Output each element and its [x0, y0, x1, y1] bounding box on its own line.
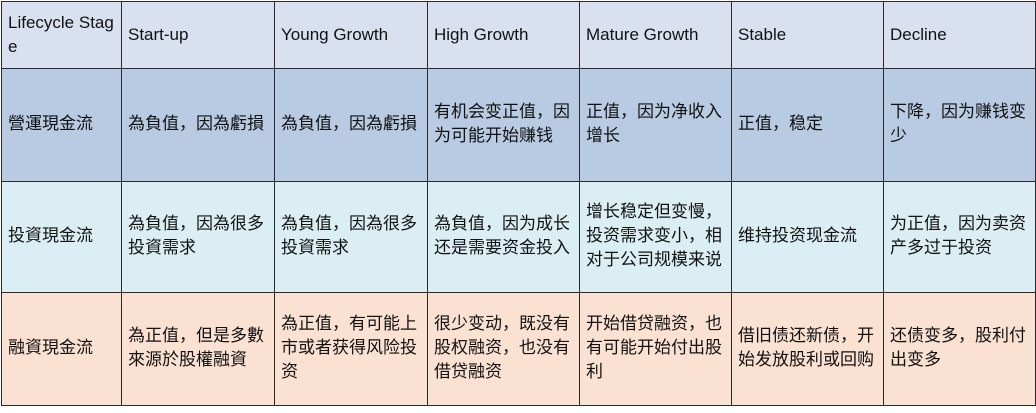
row-label-operating: 營運現金流 — [1, 68, 122, 182]
table-cell: 开始借贷融资，也有可能开始付出股利 — [579, 292, 732, 406]
table-cell: 為正值，但是多數來源於股權融資 — [121, 292, 275, 406]
header-start-up: Start-up — [121, 1, 275, 69]
header-mature-growth: Mature Growth — [579, 1, 732, 69]
table-cell: 还债变多，股利付出变多 — [883, 292, 1036, 406]
table-cell: 增长稳定但变慢，投资需求变小，相对于公司规模来说 — [579, 181, 732, 293]
header-row: Lifecycle Stage Start-up Young Growth Hi… — [1, 1, 1036, 69]
header-young-growth: Young Growth — [274, 1, 428, 69]
table-cell: 下降，因为赚钱变少 — [883, 68, 1036, 182]
table-cell: 借旧债还新债，开始发放股利或回购 — [731, 292, 884, 406]
row-label-financing: 融資現金流 — [1, 292, 122, 406]
table-cell: 為正值，有可能上市或者获得风险投资 — [274, 292, 428, 406]
table-cell: 為負值，因為虧損 — [121, 68, 275, 182]
table-cell: 有机会变正值，因为可能开始赚钱 — [427, 68, 580, 182]
lifecycle-cashflow-table: Lifecycle Stage Start-up Young Growth Hi… — [1, 1, 1036, 406]
table-cell: 為負值，因為很多投資需求 — [121, 181, 275, 293]
table-row-financing-cash-flow: 融資現金流 為正值，但是多數來源於股權融資 為正值，有可能上市或者获得风险投资 … — [1, 292, 1036, 406]
row-label-investing: 投資現金流 — [1, 181, 122, 293]
header-decline: Decline — [883, 1, 1036, 69]
table-cell: 正值，稳定 — [731, 68, 884, 182]
header-high-growth: High Growth — [427, 1, 580, 69]
table-cell: 为正值，因为卖资产多过于投资 — [883, 181, 1036, 293]
header-stable: Stable — [731, 1, 884, 69]
table-row-operating-cash-flow: 營運現金流 為負值，因為虧損 為負值，因為虧損 有机会变正值，因为可能开始赚钱 … — [1, 68, 1036, 182]
table-cell: 维持投资现金流 — [731, 181, 884, 293]
table-cell: 為負值，因為很多投資需求 — [274, 181, 428, 293]
table-cell: 很少变动，既没有股权融资，也没有借贷融资 — [427, 292, 580, 406]
table-cell: 為負值，因為虧損 — [274, 68, 428, 182]
table-row-investing-cash-flow: 投資現金流 為負值，因為很多投資需求 為負值，因為很多投資需求 為負值，因为成长… — [1, 181, 1036, 293]
header-lifecycle-stage: Lifecycle Stage — [1, 1, 122, 69]
table-cell: 為負值，因为成长还是需要资金投入 — [427, 181, 580, 293]
table-cell: 正值，因为净收入增长 — [579, 68, 732, 182]
